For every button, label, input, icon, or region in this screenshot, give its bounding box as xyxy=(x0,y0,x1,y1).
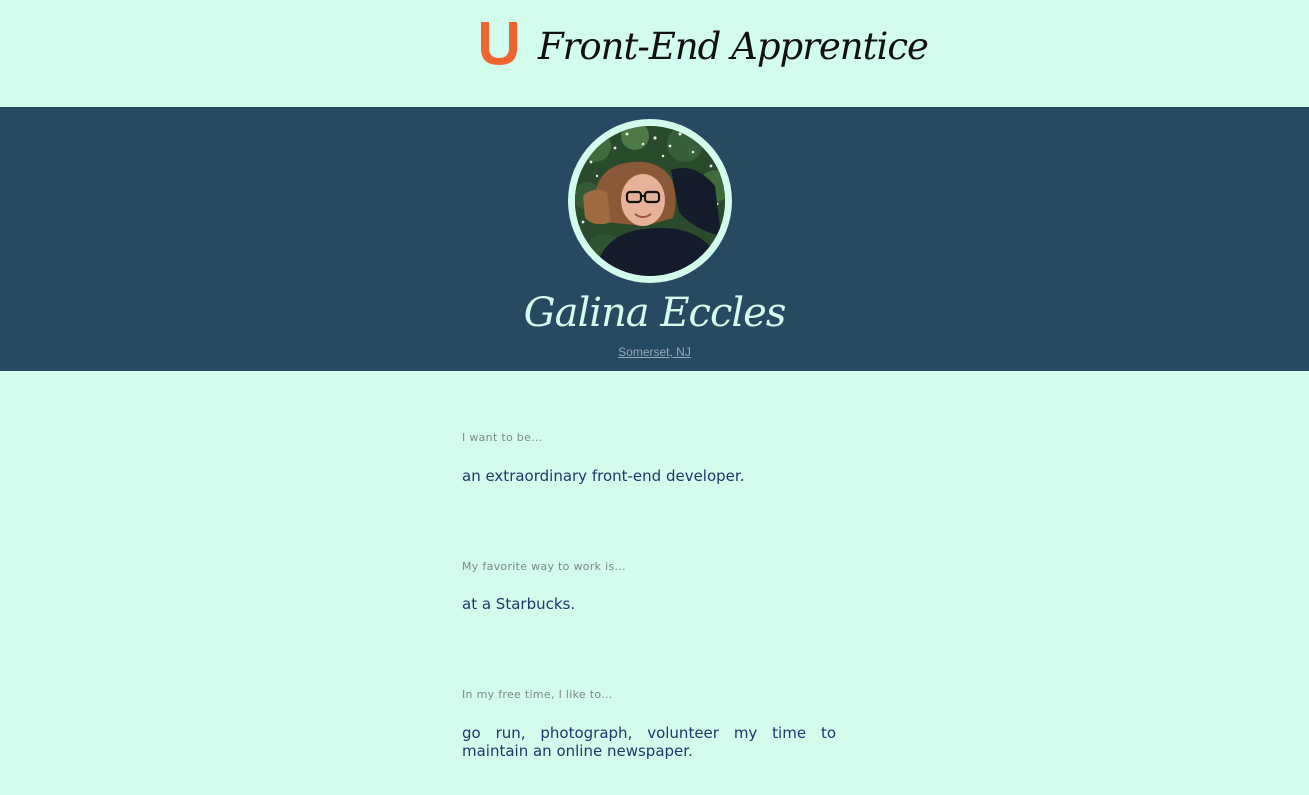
question-label: I want to be... xyxy=(462,431,543,444)
question-answer: an extraordinary front-end developer. xyxy=(462,467,745,485)
brand[interactable]: Front-End Apprentice xyxy=(478,18,929,76)
avatar-ring xyxy=(568,119,732,283)
question-label: In my free time, I like to... xyxy=(462,688,613,701)
profile-banner: Galina Eccles Somerset, NJ xyxy=(0,107,1309,371)
site-header: Front-End Apprentice xyxy=(0,0,1309,107)
profile-name: Galina Eccles xyxy=(523,290,787,336)
avatar xyxy=(575,126,725,276)
question-answer: go run, photograph, volunteer my time to… xyxy=(462,724,836,760)
site-title: Front-End Apprentice xyxy=(538,25,929,68)
profile-location-link[interactable]: Somerset, NJ xyxy=(0,344,1309,360)
udacity-logo xyxy=(478,18,520,66)
question-answer: at a Starbucks. xyxy=(462,595,576,613)
question-label: My favorite way to work is... xyxy=(462,560,626,573)
